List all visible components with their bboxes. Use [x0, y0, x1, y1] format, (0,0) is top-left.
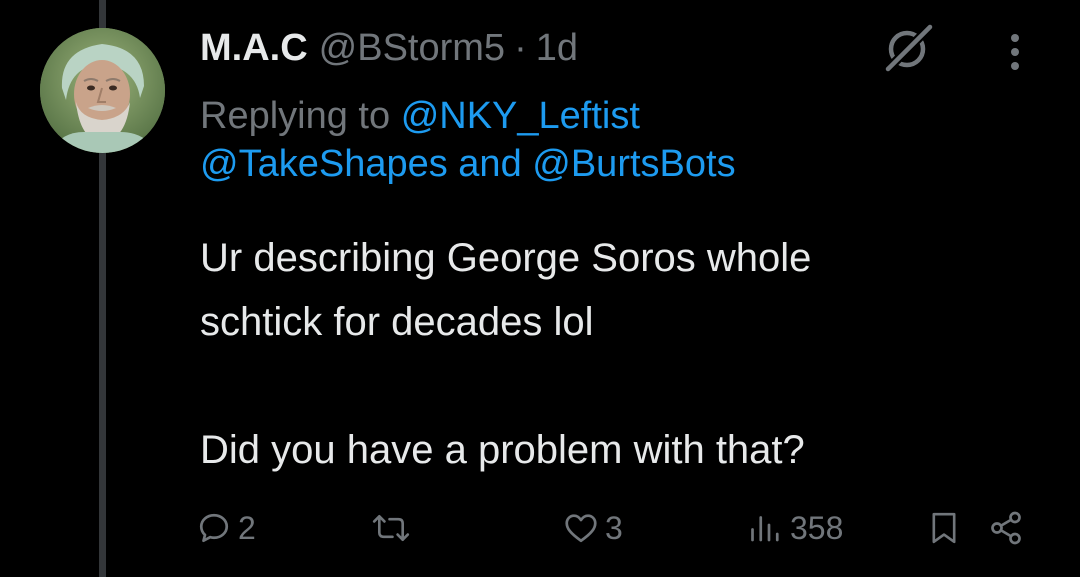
mention-link[interactable]: @NKY_Leftist	[401, 95, 640, 137]
tweet-text-line: schtick for decades lol	[200, 300, 594, 344]
replying-to-conjunction[interactable]: and	[458, 143, 521, 185]
avatar-image	[40, 28, 165, 153]
reply-button[interactable]: 2	[196, 500, 256, 556]
tweet-text-spacer	[200, 354, 1060, 418]
author-display-name[interactable]: M.A.C	[200, 27, 308, 70]
replying-to-line-2: @TakeShapes and @BurtsBots	[200, 140, 736, 188]
header-separator: ·	[514, 26, 527, 69]
views-chart-icon	[751, 516, 779, 542]
reply-icon	[199, 513, 229, 543]
share-button[interactable]	[988, 500, 1024, 556]
reply-count: 2	[238, 509, 256, 546]
tweet-body: Ur describing George Soros whole schtick…	[200, 226, 1060, 482]
bookmark-button[interactable]	[928, 500, 960, 556]
replying-to-prefix: Replying to	[200, 95, 391, 137]
tweet-header: M.A.C @BStorm5 · 1d	[200, 24, 578, 72]
views-button[interactable]: 358	[748, 500, 843, 556]
replying-to: Replying to @NKY_Leftist @TakeShapes and…	[200, 92, 736, 188]
tweet-timestamp[interactable]: 1d	[536, 27, 578, 70]
share-icon	[991, 511, 1021, 545]
avatar[interactable]	[40, 28, 165, 153]
repost-icon	[372, 514, 410, 542]
tweet-actions-bar: 2 3 358	[0, 500, 1080, 556]
replying-to-line-1: Replying to @NKY_Leftist	[200, 92, 736, 140]
bookmark-icon	[932, 512, 956, 544]
mention-link[interactable]: @TakeShapes	[200, 143, 448, 185]
grok-icon[interactable]	[878, 22, 938, 74]
repost-button[interactable]	[372, 500, 416, 556]
author-handle[interactable]: @BStorm5	[319, 27, 505, 70]
heart-icon	[565, 514, 597, 543]
more-options-icon[interactable]	[1000, 30, 1030, 74]
mention-link[interactable]: @BurtsBots	[532, 143, 735, 185]
tweet-text-line: Did you have a problem with that?	[200, 428, 805, 472]
views-count: 358	[790, 509, 844, 546]
like-count: 3	[605, 509, 623, 546]
like-button[interactable]: 3	[563, 500, 623, 556]
tweet-text-line: Ur describing George Soros whole	[200, 236, 812, 280]
